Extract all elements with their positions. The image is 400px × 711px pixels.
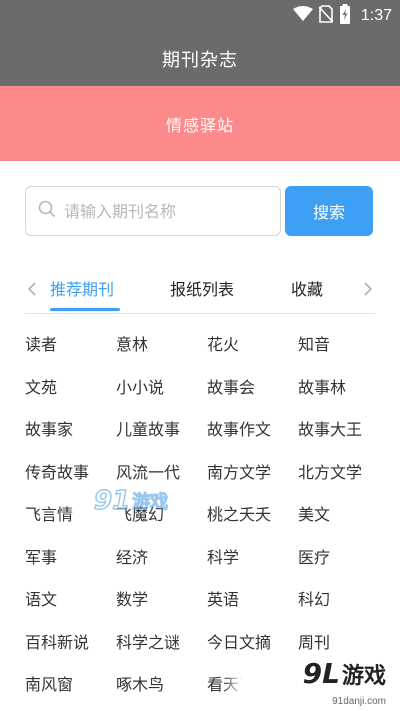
- magazine-item[interactable]: 南方文学: [207, 450, 298, 493]
- magazine-item[interactable]: 意林: [116, 322, 207, 365]
- magazine-item[interactable]: 故事大王: [298, 407, 389, 450]
- magazine-item[interactable]: 南风窗: [25, 662, 116, 705]
- search-icon: [38, 200, 56, 222]
- magazine-item[interactable]: 风流一代: [116, 450, 207, 493]
- tab-bar: 推荐期刊 报纸列表 收藏: [0, 266, 400, 314]
- magazine-item[interactable]: 医疗: [298, 535, 389, 578]
- magazine-item[interactable]: 故事作文: [207, 407, 298, 450]
- chevron-left-icon[interactable]: [22, 276, 42, 302]
- magazine-item: [298, 662, 389, 705]
- page-title: 期刊杂志: [162, 50, 238, 71]
- status-bar: 1:37: [0, 0, 400, 32]
- status-icons: 1:37: [292, 4, 392, 28]
- magazine-item[interactable]: 科学之谜: [116, 620, 207, 663]
- magazine-item[interactable]: 军事: [25, 535, 116, 578]
- magazine-item[interactable]: 北方文学: [298, 450, 389, 493]
- magazine-grid: 读者 意林 花火 知音文苑 小小说 故事会 故事林故事家 儿童故事 故事作文 故事大王传奇故事 风流…: [25, 322, 395, 705]
- magazine-item[interactable]: 故事林: [298, 365, 389, 408]
- tab-divider: [25, 313, 375, 314]
- magazine-item[interactable]: 文苑: [25, 365, 116, 408]
- magazine-item[interactable]: 英语: [207, 577, 298, 620]
- tab-recommended[interactable]: 推荐期刊: [50, 276, 114, 300]
- magazine-item[interactable]: 故事会: [207, 365, 298, 408]
- wifi-icon: [292, 6, 313, 26]
- search-button[interactable]: 搜索: [285, 186, 373, 236]
- app-bar: 期刊杂志: [0, 32, 400, 86]
- magazine-item[interactable]: 花火: [207, 322, 298, 365]
- magazine-item[interactable]: 看天下: [207, 662, 298, 705]
- banner[interactable]: 情感驿站: [0, 86, 400, 161]
- magazine-item[interactable]: 儿童故事: [116, 407, 207, 450]
- magazine-item[interactable]: 读者: [25, 322, 116, 365]
- chevron-right-icon[interactable]: [358, 276, 378, 302]
- no-sim-icon: [318, 5, 334, 27]
- magazine-item[interactable]: 桃之夭夭: [207, 492, 298, 535]
- tab-active-indicator: [50, 308, 120, 311]
- magazine-item[interactable]: 语文: [25, 577, 116, 620]
- magazine-item[interactable]: 今日文摘: [207, 620, 298, 663]
- search-box[interactable]: [25, 186, 281, 236]
- tab-favorites[interactable]: 收藏: [291, 276, 323, 300]
- banner-text: 情感驿站: [165, 115, 234, 135]
- magazine-item[interactable]: 知音: [298, 322, 389, 365]
- magazine-item[interactable]: 美文: [298, 492, 389, 535]
- magazine-item[interactable]: 经济: [116, 535, 207, 578]
- magazine-item[interactable]: 飞魔幻: [116, 492, 207, 535]
- magazine-item[interactable]: 啄木鸟: [116, 662, 207, 705]
- magazine-item[interactable]: 数学: [116, 577, 207, 620]
- magazine-item[interactable]: 周刊: [298, 620, 389, 663]
- magazine-item[interactable]: 科学: [207, 535, 298, 578]
- magazine-item[interactable]: 小小说: [116, 365, 207, 408]
- status-time: 1:37: [360, 7, 392, 24]
- battery-charging-icon: [339, 4, 351, 28]
- search-input[interactable]: [64, 201, 264, 221]
- magazine-item[interactable]: 飞言情: [25, 492, 116, 535]
- tab-newspapers[interactable]: 报纸列表: [170, 276, 234, 300]
- magazine-item[interactable]: 百科新说: [25, 620, 116, 663]
- magazine-item[interactable]: 传奇故事: [25, 450, 116, 493]
- magazine-item[interactable]: 科幻: [298, 577, 389, 620]
- magazine-item[interactable]: 故事家: [25, 407, 116, 450]
